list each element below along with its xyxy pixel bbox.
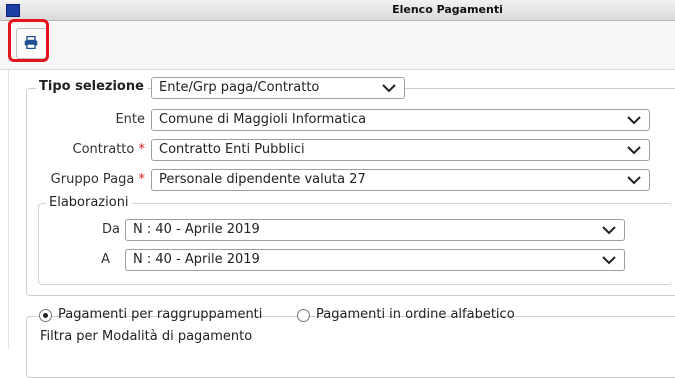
- tipo-selezione-label: Tipo selezione: [36, 79, 147, 94]
- radio-alfabetico[interactable]: [297, 309, 310, 322]
- a-select[interactable]: N : 40 - Aprile 2019: [125, 249, 625, 271]
- elaborazioni-label: Elaborazioni: [46, 195, 132, 210]
- ente-label: Ente: [115, 112, 145, 127]
- title-bar: Elenco Pagamenti: [0, 0, 675, 21]
- filtra-modalita-label: Filtra per Modalità di pagamento: [37, 329, 256, 344]
- chevron-down-icon: [602, 226, 616, 235]
- ente-value: Comune di Maggioli Informatica: [159, 112, 367, 127]
- gruppo-paga-select[interactable]: Personale dipendente valuta 27: [151, 169, 650, 191]
- ordering-group: [26, 316, 675, 378]
- a-label: A: [101, 252, 110, 267]
- tipo-selezione-value: Ente/Grp paga/Contratto: [159, 80, 320, 95]
- selection-panel: Tipo selezione Ente/Grp paga/Contratto E…: [0, 70, 675, 378]
- a-value: N : 40 - Aprile 2019: [133, 252, 260, 267]
- gruppo-paga-label: Gruppo Paga *: [50, 172, 146, 187]
- ente-select[interactable]: Comune di Maggioli Informatica: [151, 109, 650, 131]
- required-mark: *: [138, 172, 146, 187]
- chevron-down-icon: [602, 256, 616, 265]
- da-value: N : 40 - Aprile 2019: [133, 222, 260, 237]
- chevron-down-icon: [627, 176, 641, 185]
- divider: [8, 70, 9, 350]
- radio-raggruppamenti[interactable]: [39, 309, 52, 322]
- tipo-selezione-select[interactable]: Ente/Grp paga/Contratto: [151, 77, 405, 99]
- toolbar: [0, 21, 675, 70]
- contratto-value: Contratto Enti Pubblici: [159, 142, 305, 157]
- contratto-label: Contratto *: [72, 142, 146, 157]
- contratto-select[interactable]: Contratto Enti Pubblici: [151, 139, 650, 161]
- chevron-down-icon: [627, 146, 641, 155]
- elaborazioni-group: [38, 203, 673, 285]
- gruppo-paga-value: Personale dipendente valuta 27: [159, 172, 366, 187]
- radio-raggruppamenti-label[interactable]: Pagamenti per raggruppamenti: [58, 307, 262, 322]
- window-title: Elenco Pagamenti: [392, 3, 503, 16]
- chevron-down-icon: [627, 116, 641, 125]
- print-button-highlight: [8, 19, 49, 62]
- chevron-down-icon: [382, 84, 396, 93]
- radio-alfabetico-label[interactable]: Pagamenti in ordine alfabetico: [316, 307, 515, 322]
- required-mark: *: [138, 142, 146, 157]
- da-select[interactable]: N : 40 - Aprile 2019: [125, 219, 625, 241]
- da-label: Da: [102, 222, 120, 237]
